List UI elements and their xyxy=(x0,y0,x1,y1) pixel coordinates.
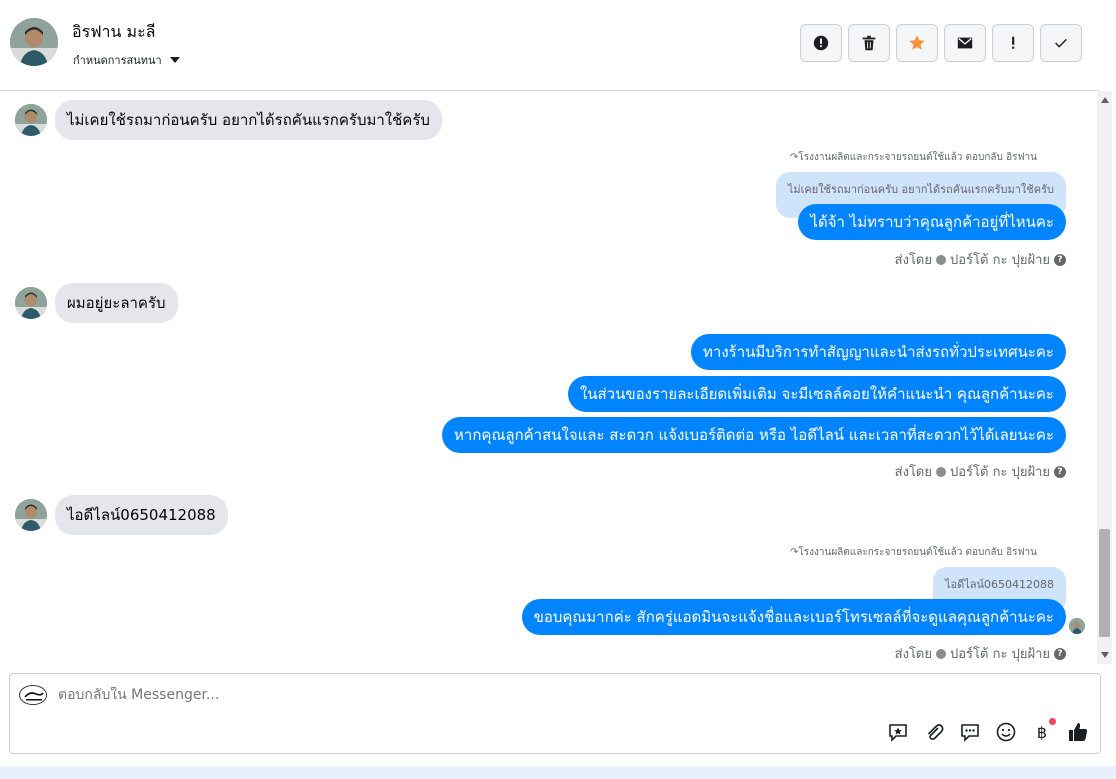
contact-avatar-small[interactable] xyxy=(15,499,47,531)
message-bubble[interactable]: ไอดีไลน์0650412088 xyxy=(55,495,228,535)
message-thread[interactable]: ไม่เคยใช้รถมาก่อนครับ อยากได้รถคันแรกครั… xyxy=(0,91,1097,664)
mark-spam-button[interactable] xyxy=(800,24,842,62)
verified-badge-icon xyxy=(936,254,946,265)
outgoing-message-bubble[interactable]: ในส่วนของรายละเอียดเพิ่มเติม จะมีเซลล์คอ… xyxy=(567,376,1066,412)
chat-button[interactable] xyxy=(958,720,982,744)
sender-name: ปอร์โต้ กะ ปุยฝ้าย xyxy=(950,647,1050,662)
check-icon xyxy=(1055,38,1067,48)
composer-tools: ฿ xyxy=(886,718,1090,744)
message-bubble[interactable]: ผมอยู่ยะลาครับ xyxy=(55,283,178,323)
scrollbar-thumb[interactable] xyxy=(1099,529,1110,637)
scroll-up-arrow-icon[interactable] xyxy=(1101,97,1109,103)
thumbs-up-icon xyxy=(1069,723,1088,741)
emoji-icon xyxy=(996,722,1016,742)
saved-reply-icon xyxy=(889,724,907,742)
outgoing-message-bubble[interactable]: หากคุณลูกค้าสนใจและ สะดวก แจ้งเบอร์ติดต่… xyxy=(442,417,1066,453)
sender-name: ปอร์โต้ กะ ปุยฝ้าย xyxy=(950,465,1050,480)
attachment-button[interactable] xyxy=(922,720,946,744)
sent-by-line: ส่งโดย ปอร์โต้ กะ ปุยฝ้าย ? xyxy=(895,461,1066,482)
reply-context-note: ↷โรงงานผลิตและกระจายรถยนต์ใช้แล้ว ตอบกลั… xyxy=(790,150,1037,165)
saved-reply-button[interactable] xyxy=(886,720,910,744)
sent-by-label: ส่งโดย xyxy=(894,253,932,268)
contact-name[interactable]: อิรฟาน มะลี xyxy=(72,20,155,45)
scroll-down-arrow-icon[interactable] xyxy=(1101,652,1109,658)
like-button[interactable] xyxy=(1066,720,1090,744)
header-actions xyxy=(800,24,1082,62)
reply-composer: ฿ xyxy=(9,673,1101,754)
exclamation-icon xyxy=(1012,36,1015,49)
help-icon[interactable]: ? xyxy=(1054,253,1066,266)
emoji-button[interactable] xyxy=(994,720,1018,744)
contact-avatar-small[interactable] xyxy=(15,287,47,319)
incoming-message: ไม่เคยใช้รถมาก่อนครับ อยากได้รถคันแรกครั… xyxy=(15,100,442,140)
reply-note-text: โรงงานผลิตและกระจายรถยนต์ใช้แล้ว ตอบกลับ… xyxy=(798,547,1037,558)
verified-badge-icon xyxy=(936,466,946,477)
sent-by-line: ส่งโดย ปอร์โต้ กะ ปุยฝ้าย ? xyxy=(895,643,1066,664)
verified-badge-icon xyxy=(936,648,946,659)
reply-context-note: ↷โรงงานผลิตและกระจายรถยนต์ใช้แล้ว ตอบกลั… xyxy=(790,545,1037,560)
help-icon[interactable]: ? xyxy=(1054,647,1066,660)
sender-name: ปอร์โต้ กะ ปุยฝ้าย xyxy=(950,253,1050,268)
incoming-message: ไอดีไลน์0650412088 xyxy=(15,495,228,535)
message-bubble[interactable]: ไม่เคยใช้รถมาก่อนครับ อยากได้รถคันแรกครั… xyxy=(55,100,442,140)
attachment-icon xyxy=(927,724,944,740)
star-button[interactable] xyxy=(896,24,938,62)
envelope-icon xyxy=(957,37,973,49)
follow-up-button[interactable] xyxy=(992,24,1034,62)
bottom-strip xyxy=(0,766,1116,779)
reply-input[interactable] xyxy=(58,687,758,703)
sent-by-line: ส่งโดย ปอร์โต้ กะ ปุยฝ้าย ? xyxy=(895,249,1066,270)
outgoing-message-bubble[interactable]: ทางร้านมีบริการทำสัญญาและนำส่งรถทั่วประเ… xyxy=(691,334,1066,370)
contact-avatar[interactable] xyxy=(10,18,58,66)
delete-button[interactable] xyxy=(848,24,890,62)
help-icon[interactable]: ? xyxy=(1054,465,1066,478)
assign-label: กำหนดการสนทนา xyxy=(73,54,162,67)
assign-conversation-dropdown[interactable]: กำหนดการสนทนา xyxy=(73,51,180,69)
mark-unread-button[interactable] xyxy=(944,24,986,62)
alert-circle-icon xyxy=(813,35,829,51)
contact-avatar-small[interactable] xyxy=(15,104,47,136)
outgoing-message-bubble[interactable]: ขอบคุณมากค่ะ สักครู่แอดมินจะแจ้งชื่อและเ… xyxy=(521,599,1066,635)
sent-by-label: ส่งโดย xyxy=(894,465,932,480)
payment-button[interactable]: ฿ xyxy=(1030,718,1056,744)
star-icon xyxy=(909,35,925,50)
reply-note-text: โรงงานผลิตและกระจายรถยนต์ใช้แล้ว ตอบกลับ… xyxy=(798,152,1037,163)
outgoing-message-bubble[interactable]: ได้จ้า ไม่ทราบว่าคุณลูกค้าอยู่ที่ไหนคะ xyxy=(798,204,1066,240)
page-logo-icon xyxy=(19,685,47,705)
thread-scrollbar[interactable] xyxy=(1097,91,1112,664)
notification-dot xyxy=(1049,718,1056,725)
mark-done-button[interactable] xyxy=(1040,24,1082,62)
chat-icon xyxy=(961,724,979,742)
sent-by-label: ส่งโดย xyxy=(894,647,932,662)
conversation-header: อิรฟาน มะลี กำหนดการสนทนา xyxy=(0,0,1100,91)
seen-indicator-avatar xyxy=(1069,618,1085,634)
incoming-message: ผมอยู่ยะลาครับ xyxy=(15,283,178,323)
svg-text:฿: ฿ xyxy=(1037,723,1047,742)
trash-icon xyxy=(862,35,876,51)
caret-down-icon xyxy=(169,57,180,63)
